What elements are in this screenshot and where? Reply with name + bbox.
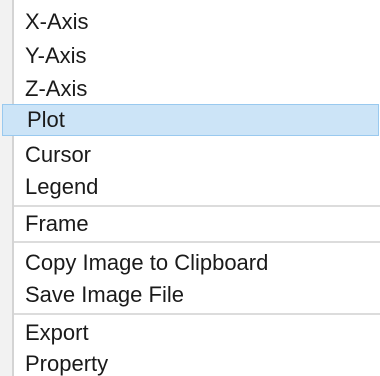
menu-item-x-axis[interactable]: X-Axis [0, 6, 378, 38]
menu-item-property[interactable]: Property [0, 348, 378, 376]
menu-separator [14, 313, 380, 315]
menu-item-save-image-file[interactable]: Save Image File [0, 279, 378, 311]
menu-item-y-axis[interactable]: Y-Axis [0, 40, 378, 72]
menu-item-cursor[interactable]: Cursor [0, 139, 378, 171]
menu-separator [14, 241, 380, 243]
menu-item-frame[interactable]: Frame [0, 208, 378, 240]
menu-item-legend[interactable]: Legend [0, 171, 378, 203]
menu-item-copy-image-to-clipboard[interactable]: Copy Image to Clipboard [0, 247, 378, 279]
menu-item-export[interactable]: Export [0, 317, 378, 349]
menu-separator [14, 205, 380, 207]
context-menu: X-Axis Y-Axis Z-Axis Plot Cursor Legend … [0, 0, 380, 376]
menu-item-plot[interactable]: Plot [2, 104, 379, 136]
menu-item-z-axis[interactable]: Z-Axis [0, 73, 378, 105]
